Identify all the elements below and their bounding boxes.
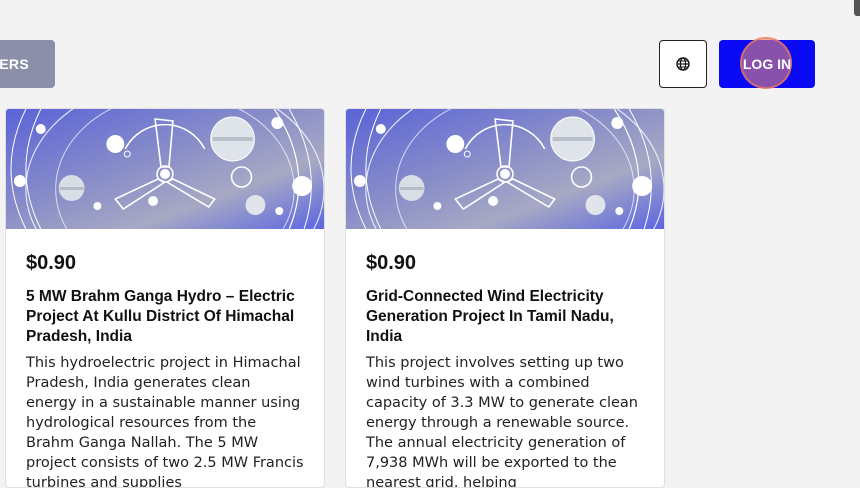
- filters-button-label: FILTERS: [0, 56, 29, 72]
- project-price: $0.90: [366, 252, 417, 274]
- project-card-image: [346, 109, 664, 229]
- project-title[interactable]: 5 MW Brahm Ganga Hydro – Electric Projec…: [26, 287, 304, 347]
- project-price: $0.90: [26, 252, 77, 274]
- language-button[interactable]: [659, 40, 707, 88]
- filters-button[interactable]: FILTERS: [0, 40, 55, 88]
- project-card[interactable]: $0.90 Grid-Connected Wind Electricity Ge…: [345, 108, 665, 488]
- globe-icon: [676, 57, 690, 71]
- project-card-image: [6, 109, 324, 229]
- login-button[interactable]: LOG IN: [719, 40, 815, 88]
- project-title[interactable]: Grid-Connected Wind Electricity Generati…: [366, 287, 644, 347]
- project-description: This project involves setting up two win…: [366, 355, 638, 488]
- project-description: This hydroelectric project in Himachal P…: [26, 355, 304, 488]
- scrollbar-thumb[interactable]: [854, 0, 860, 16]
- project-card[interactable]: $0.90 5 MW Brahm Ganga Hydro – Electric …: [5, 108, 325, 488]
- login-button-label: LOG IN: [742, 56, 792, 72]
